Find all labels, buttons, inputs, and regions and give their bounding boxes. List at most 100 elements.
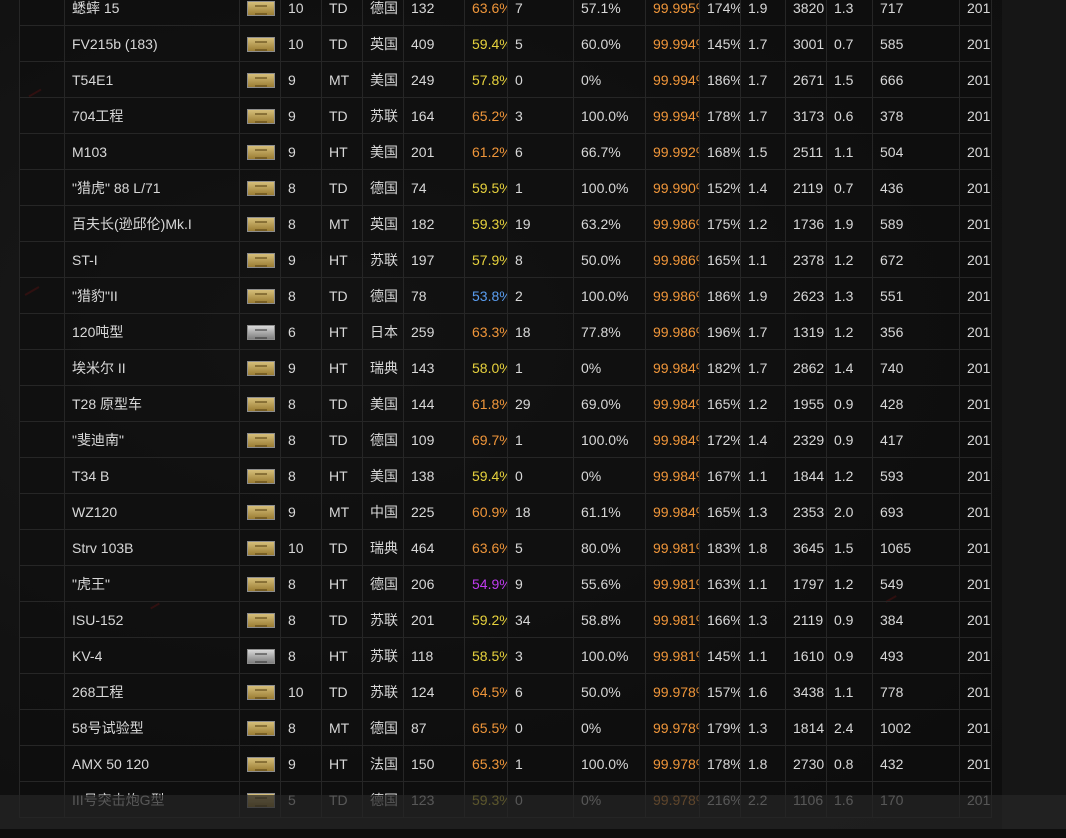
- vehicle-name-cell: M103: [64, 133, 240, 170]
- nation-cell: 美国: [362, 61, 404, 98]
- ratio-cell: 157%: [699, 673, 741, 710]
- kd-cell: 1.1: [740, 565, 786, 602]
- date-cell: 2017-01-24: [959, 601, 992, 638]
- table-row[interactable]: 百夫长(逊邱伦)Mk.I 8 MT 英国 182 59.3% 19 63.2% …: [19, 205, 992, 242]
- tier-cell: 10: [280, 25, 322, 62]
- date-cell: 2017-03-12: [959, 277, 992, 314]
- table-row[interactable]: 蟋蟀 15 10 TD 德国 132 63.6% 7 57.1% 99.995%…: [19, 0, 992, 26]
- table-row[interactable]: "斐迪南" 8 TD 德国 109 69.7% 1 100.0% 99.984%…: [19, 421, 992, 458]
- table-row[interactable]: ST-I 9 HT 苏联 197 57.9% 8 50.0% 99.986% 1…: [19, 241, 992, 278]
- ratio-cell: 152%: [699, 169, 741, 206]
- badge-cell: [239, 781, 281, 818]
- row-spacer-cell: [19, 97, 65, 134]
- type-cell: TD: [321, 0, 363, 26]
- damage-cell: 1106: [785, 781, 827, 818]
- date-cell: 2017-05-02: [959, 421, 992, 458]
- vehicle-name-cell: 120吨型: [64, 313, 240, 350]
- games-cell: 18: [507, 313, 574, 350]
- percentile-cell: 99.981%: [645, 565, 700, 602]
- badge-cell: [239, 709, 281, 746]
- games-cell: 6: [507, 133, 574, 170]
- damage-cell: 2378: [785, 241, 827, 278]
- percent-cell: 0%: [573, 457, 646, 494]
- row-spacer-cell: [19, 637, 65, 674]
- percent-cell: 77.8%: [573, 313, 646, 350]
- percentile-cell: 99.978%: [645, 745, 700, 782]
- table-row[interactable]: 58号试验型 8 MT 德国 87 65.5% 0 0% 99.978% 179…: [19, 709, 992, 746]
- table-row[interactable]: Strv 103B 10 TD 瑞典 464 63.6% 5 80.0% 99.…: [19, 529, 992, 566]
- percent-cell: 0%: [573, 349, 646, 386]
- type-cell: TD: [321, 97, 363, 134]
- tier-cell: 9: [280, 493, 322, 530]
- ratio-cell: 216%: [699, 781, 741, 818]
- spot-cell: 0.9: [826, 421, 873, 458]
- row-spacer-cell: [19, 529, 65, 566]
- table-row[interactable]: M103 9 HT 美国 201 61.2% 6 66.7% 99.992% 1…: [19, 133, 992, 170]
- table-row[interactable]: "猎虎" 88 L/71 8 TD 德国 74 59.5% 1 100.0% 9…: [19, 169, 992, 206]
- table-row[interactable]: T34 B 8 HT 美国 138 59.4% 0 0% 99.984% 167…: [19, 457, 992, 494]
- gold-badge-icon: [247, 180, 275, 196]
- exp-cell: 551: [872, 277, 960, 314]
- table-row[interactable]: 埃米尔 II 9 HT 瑞典 143 58.0% 1 0% 99.984% 18…: [19, 349, 992, 386]
- date-cell: 2017-10-10: [959, 565, 992, 602]
- ratio-cell: 172%: [699, 421, 741, 458]
- vehicle-name-cell: 268工程: [64, 673, 240, 710]
- tier-cell: 10: [280, 0, 322, 26]
- badge-cell: [239, 421, 281, 458]
- badge-cell: [239, 61, 281, 98]
- badge-cell: [239, 25, 281, 62]
- vehicle-name-cell: 百夫长(逊邱伦)Mk.I: [64, 205, 240, 242]
- table-row[interactable]: KV-4 8 HT 苏联 118 58.5% 3 100.0% 99.981% …: [19, 637, 992, 674]
- spot-cell: 0.9: [826, 637, 873, 674]
- battles-cell: 109: [403, 421, 465, 458]
- table-row[interactable]: FV215b (183) 10 TD 英国 409 59.4% 5 60.0% …: [19, 25, 992, 62]
- row-spacer-cell: [19, 745, 65, 782]
- table-row[interactable]: ISU-152 8 TD 苏联 201 59.2% 34 58.8% 99.98…: [19, 601, 992, 638]
- winrate-cell: 57.9%: [464, 241, 508, 278]
- table-row[interactable]: "猎豹"II 8 TD 德国 78 53.8% 2 100.0% 99.986%…: [19, 277, 992, 314]
- tier-cell: 8: [280, 457, 322, 494]
- badge-cell: [239, 457, 281, 494]
- gold-badge-icon: [247, 756, 275, 772]
- date-cell: 2018-05-28: [959, 169, 992, 206]
- row-spacer-cell: [19, 277, 65, 314]
- table-row[interactable]: 120吨型 6 HT 日本 259 63.3% 18 77.8% 99.986%…: [19, 313, 992, 350]
- table-row[interactable]: "虎王" 8 HT 德国 206 54.9% 9 55.6% 99.981% 1…: [19, 565, 992, 602]
- winrate-cell: 59.2%: [464, 601, 508, 638]
- winrate-cell: 61.8%: [464, 385, 508, 422]
- date-cell: 2015-12-03: [959, 493, 992, 530]
- gold-badge-icon: [247, 576, 275, 592]
- vehicle-name-cell: T28 原型车: [64, 385, 240, 422]
- table-row[interactable]: AMX 50 120 9 HT 法国 150 65.3% 1 100.0% 99…: [19, 745, 992, 782]
- percentile-cell: 99.994%: [645, 25, 700, 62]
- table-row[interactable]: T54E1 9 MT 美国 249 57.8% 0 0% 99.994% 186…: [19, 61, 992, 98]
- winrate-cell: 63.6%: [464, 0, 508, 26]
- spot-cell: 1.4: [826, 349, 873, 386]
- percent-cell: 55.6%: [573, 565, 646, 602]
- percent-cell: 66.7%: [573, 133, 646, 170]
- percentile-cell: 99.981%: [645, 637, 700, 674]
- table-row[interactable]: 704工程 9 TD 苏联 164 65.2% 3 100.0% 99.994%…: [19, 97, 992, 134]
- type-cell: HT: [321, 637, 363, 674]
- exp-cell: 740: [872, 349, 960, 386]
- percent-cell: 0%: [573, 709, 646, 746]
- gold-badge-icon: [247, 468, 275, 484]
- nation-cell: 德国: [362, 169, 404, 206]
- type-cell: MT: [321, 493, 363, 530]
- battles-cell: 409: [403, 25, 465, 62]
- winrate-cell: 57.8%: [464, 61, 508, 98]
- kd-cell: 1.1: [740, 457, 786, 494]
- spot-cell: 1.3: [826, 277, 873, 314]
- table-row[interactable]: WZ120 9 MT 中国 225 60.9% 18 61.1% 99.984%…: [19, 493, 992, 530]
- table-row[interactable]: III号突击炮G型 5 TD 德国 123 59.3% 0 0% 99.978%…: [19, 781, 992, 818]
- nation-cell: 德国: [362, 0, 404, 26]
- kd-cell: 1.1: [740, 241, 786, 278]
- percentile-cell: 99.984%: [645, 421, 700, 458]
- scroll-gutter[interactable]: [1002, 0, 1066, 838]
- table-row[interactable]: 268工程 10 TD 苏联 124 64.5% 6 50.0% 99.978%…: [19, 673, 992, 710]
- table-row[interactable]: T28 原型车 8 TD 美国 144 61.8% 29 69.0% 99.98…: [19, 385, 992, 422]
- percentile-cell: 99.978%: [645, 709, 700, 746]
- exp-cell: 1065: [872, 529, 960, 566]
- kd-cell: 2.2: [740, 781, 786, 818]
- vehicle-name-cell: WZ120: [64, 493, 240, 530]
